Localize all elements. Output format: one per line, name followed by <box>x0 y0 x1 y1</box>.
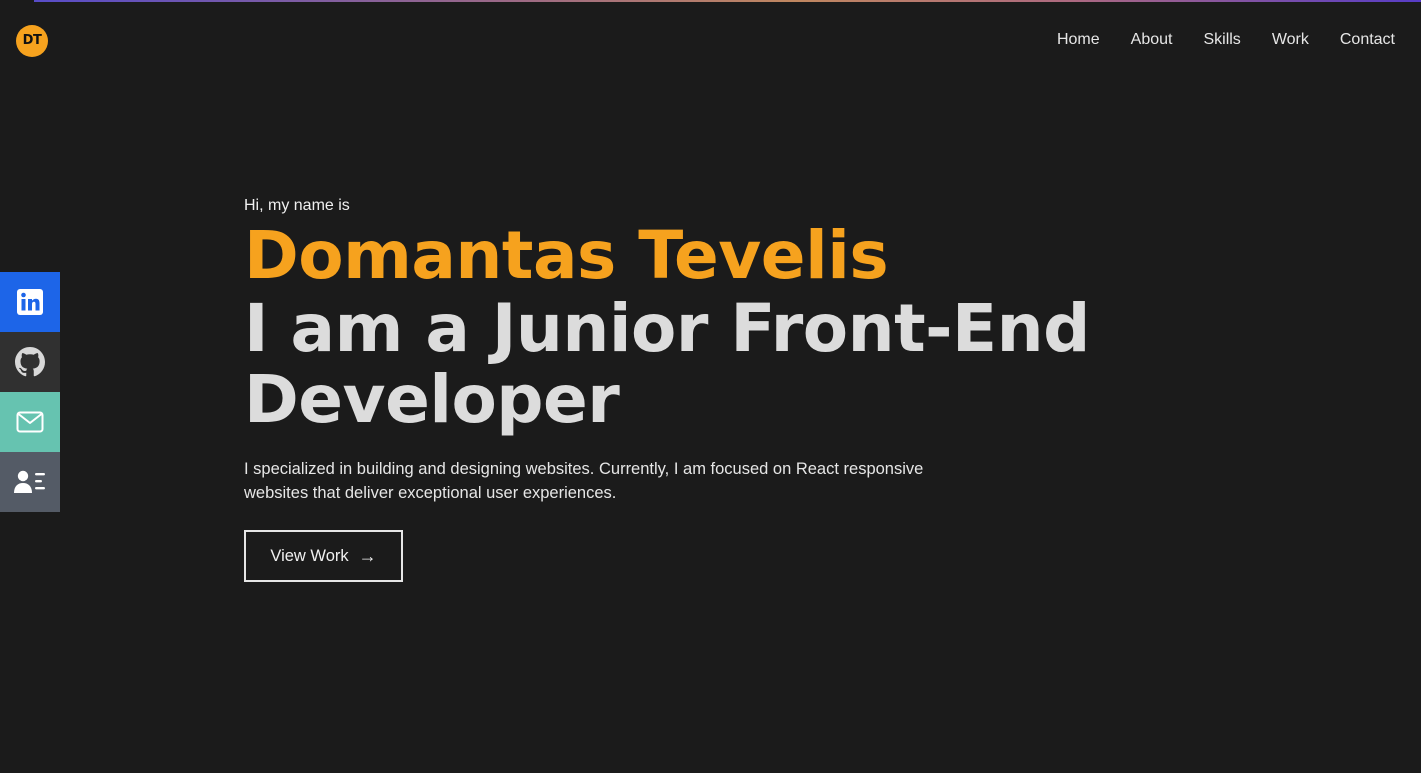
github-link[interactable] <box>0 332 60 392</box>
linkedin-link[interactable] <box>0 272 60 332</box>
github-icon <box>15 347 45 377</box>
linkedin-icon <box>17 289 43 315</box>
view-work-label: View Work <box>270 546 349 565</box>
hero-intro: Hi, my name is <box>244 197 350 214</box>
resume-link[interactable] <box>0 452 60 512</box>
nav-about[interactable]: About <box>1131 30 1173 50</box>
resume-icon <box>14 470 45 493</box>
mail-icon <box>16 411 44 433</box>
view-work-button[interactable]: View Work → <box>244 530 403 582</box>
main-nav: Home About Skills Work Contact <box>1057 30 1395 50</box>
social-links <box>0 272 60 512</box>
logo[interactable]: DT <box>16 25 48 57</box>
arrow-right-icon: → <box>358 545 377 566</box>
top-accent-line <box>34 0 1421 2</box>
nav-home[interactable]: Home <box>1057 30 1100 50</box>
nav-contact[interactable]: Contact <box>1340 30 1395 50</box>
hero-role: I am a Junior Front-End Developer <box>244 290 1090 438</box>
hero-name: Domantas Tevelis <box>244 217 889 294</box>
hero-description: I specialized in building and designing … <box>244 460 924 502</box>
nav-work[interactable]: Work <box>1272 30 1309 50</box>
nav-skills[interactable]: Skills <box>1203 30 1240 50</box>
hero-section: Hi, my name is Domantas Tevelis I am a J… <box>244 196 1144 582</box>
email-link[interactable] <box>0 392 60 452</box>
